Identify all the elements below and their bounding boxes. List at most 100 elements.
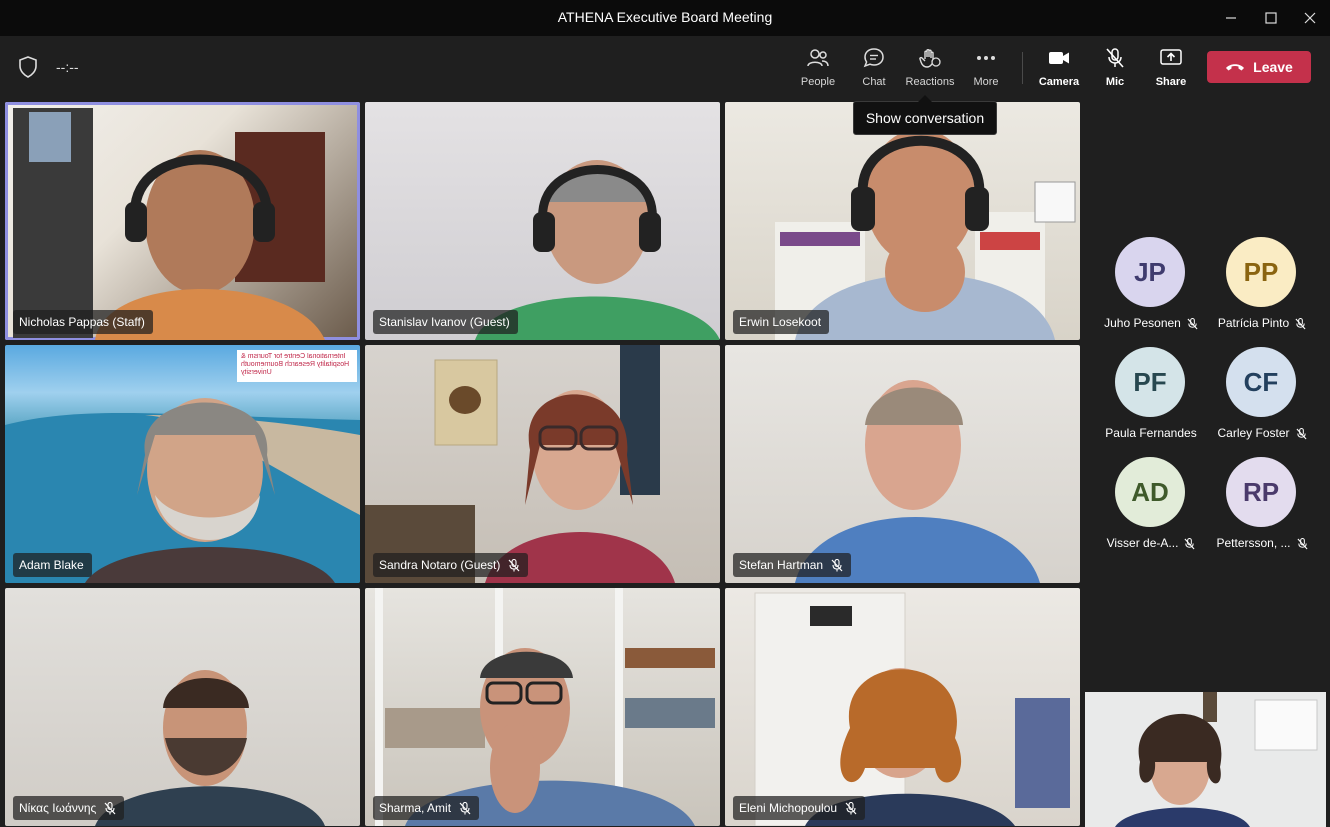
roster-name: Pettersson, ... — [1207, 536, 1317, 550]
mic-muted-icon — [831, 558, 843, 571]
participant-video — [13, 108, 325, 340]
raise-hand-icon — [919, 49, 941, 68]
mic-off-icon — [1106, 48, 1124, 68]
participant-name: Erwin Losekoot — [739, 315, 822, 329]
more-button[interactable]: More — [958, 48, 1014, 92]
avatar[interactable]: PP — [1226, 237, 1296, 307]
window-title: ATHENA Executive Board Meeting — [557, 9, 773, 25]
participant-name: Νίκας Ιωάννης — [19, 801, 97, 815]
video-tile-stanislav-ivanov[interactable]: Stanislav Ivanov (Guest) — [365, 102, 720, 340]
mic-muted-icon — [1184, 537, 1195, 550]
mic-muted-icon — [845, 801, 857, 814]
chat-label: Chat — [862, 76, 886, 88]
chat-tooltip: Show conversation — [853, 95, 997, 135]
participant-video — [754, 592, 1070, 826]
camera-label: Camera — [1038, 76, 1080, 88]
mic-muted-icon — [1295, 317, 1306, 330]
participant-video — [775, 129, 1076, 340]
participant-nametag: Eleni Michopoulou — [733, 796, 866, 820]
roster-name-text: Juho Pesonen — [1104, 316, 1181, 330]
participant-name: Stefan Hartman — [739, 558, 824, 572]
roster-name-text: Paula Fernandes — [1105, 426, 1197, 440]
avatar[interactable]: AD — [1115, 457, 1185, 527]
participant-nametag: Sandra Notaro (Guest) — [373, 553, 529, 577]
hang-up-icon — [1226, 64, 1245, 71]
participant-nametag: Sharma, Amit — [373, 796, 480, 820]
leave-label: Leave — [1253, 59, 1293, 75]
background-banner: International Centre for Tourism & Hospi… — [241, 353, 353, 379]
roster-name: Patrícia Pinto — [1207, 316, 1317, 330]
participant-nametag: Erwin Losekoot — [733, 310, 830, 334]
roster-name-text: Visser de-A... — [1106, 536, 1179, 550]
avatar[interactable]: CF — [1226, 347, 1296, 417]
close-button[interactable] — [1290, 0, 1330, 36]
participant-video — [795, 380, 1040, 583]
participant-video — [475, 160, 720, 340]
video-tile-nicholas-pappas[interactable]: Nicholas Pappas (Staff) — [5, 102, 360, 340]
participant-name: Sharma, Amit — [379, 801, 452, 815]
share-screen-icon — [1160, 49, 1182, 65]
shield-icon[interactable] — [18, 56, 38, 78]
mic-muted-icon — [104, 801, 116, 814]
participant-nametag: Stanislav Ivanov (Guest) — [373, 310, 518, 334]
share-label: Share — [1155, 76, 1187, 88]
leave-button[interactable]: Leave — [1207, 51, 1311, 83]
avatar[interactable]: RP — [1226, 457, 1296, 527]
participant-video — [375, 588, 715, 826]
mic-button[interactable]: Mic — [1087, 48, 1143, 92]
close-icon — [1304, 12, 1316, 24]
avatar[interactable]: PF — [1115, 347, 1185, 417]
people-button[interactable]: People — [790, 48, 846, 92]
toolbar-divider — [1022, 52, 1023, 84]
more-label: More — [973, 76, 999, 88]
video-tile-eleni-michopoulou[interactable]: Eleni Michopoulou — [725, 588, 1080, 826]
maximize-button[interactable] — [1251, 0, 1291, 36]
video-tile-sharma-amit[interactable]: Sharma, Amit — [365, 588, 720, 826]
camera-icon — [1049, 52, 1069, 64]
avatar[interactable]: JP — [1115, 237, 1185, 307]
video-tile-erwin-losekoot[interactable]: Erwin Losekoot — [725, 102, 1080, 340]
participant-nametag: Nicholas Pappas (Staff) — [13, 310, 153, 334]
chat-icon — [863, 48, 884, 68]
people-label: People — [800, 76, 836, 88]
self-view-video[interactable] — [1085, 692, 1326, 827]
video-tile-sandra-notaro[interactable]: Sandra Notaro (Guest) — [365, 345, 720, 583]
mic-muted-icon — [459, 801, 471, 814]
mic-muted-icon — [1296, 427, 1307, 440]
roster-name-text: Pettersson, ... — [1216, 536, 1291, 550]
reactions-button[interactable]: Reactions — [902, 48, 958, 92]
participant-video — [95, 670, 325, 826]
minimize-button[interactable] — [1211, 0, 1251, 36]
mic-muted-icon — [1187, 317, 1198, 330]
share-button[interactable]: Share — [1143, 48, 1199, 92]
roster-name-text: Patrícia Pinto — [1217, 316, 1290, 330]
roster-name: Carley Foster — [1207, 426, 1317, 440]
participant-nametag: Adam Blake — [13, 553, 92, 577]
video-tile-adam-blake[interactable]: International Centre for Tourism & Hospi… — [5, 345, 360, 583]
title-bar: ATHENA Executive Board Meeting — [0, 0, 1330, 36]
participant-name: Eleni Michopoulou — [739, 801, 838, 815]
video-tile-nikas-ioannis[interactable]: Νίκας Ιωάννης — [5, 588, 360, 826]
participant-nametag: Stefan Hartman — [733, 553, 852, 577]
participant-name: Nicholas Pappas (Staff) — [19, 315, 145, 329]
participant-nametag: Νίκας Ιωάννης — [13, 796, 125, 820]
roster-name: Juho Pesonen — [1096, 316, 1206, 330]
people-icon — [807, 49, 829, 67]
mic-muted-icon — [1297, 537, 1308, 550]
roster-name-text: Carley Foster — [1217, 426, 1290, 440]
meeting-toolbar: --:-- People Chat Reactions More Camera … — [0, 36, 1330, 98]
mic-label: Mic — [1105, 76, 1125, 88]
background-banner-text: International Centre for Tourism & Hospi… — [241, 353, 350, 376]
more-icon — [977, 56, 995, 60]
mic-muted-icon — [508, 558, 520, 571]
participant-name: Stanislav Ivanov (Guest) — [379, 315, 510, 329]
meeting-timer: --:-- — [56, 59, 79, 75]
roster-name: Paula Fernandes — [1096, 426, 1206, 440]
participant-video — [5, 350, 360, 583]
self-view-image — [1115, 692, 1318, 827]
camera-button[interactable]: Camera — [1031, 48, 1087, 92]
participant-video — [365, 345, 675, 583]
video-tile-stefan-hartman[interactable]: Stefan Hartman — [725, 345, 1080, 583]
chat-button[interactable]: Chat — [846, 48, 902, 92]
participant-name: Adam Blake — [19, 558, 84, 572]
